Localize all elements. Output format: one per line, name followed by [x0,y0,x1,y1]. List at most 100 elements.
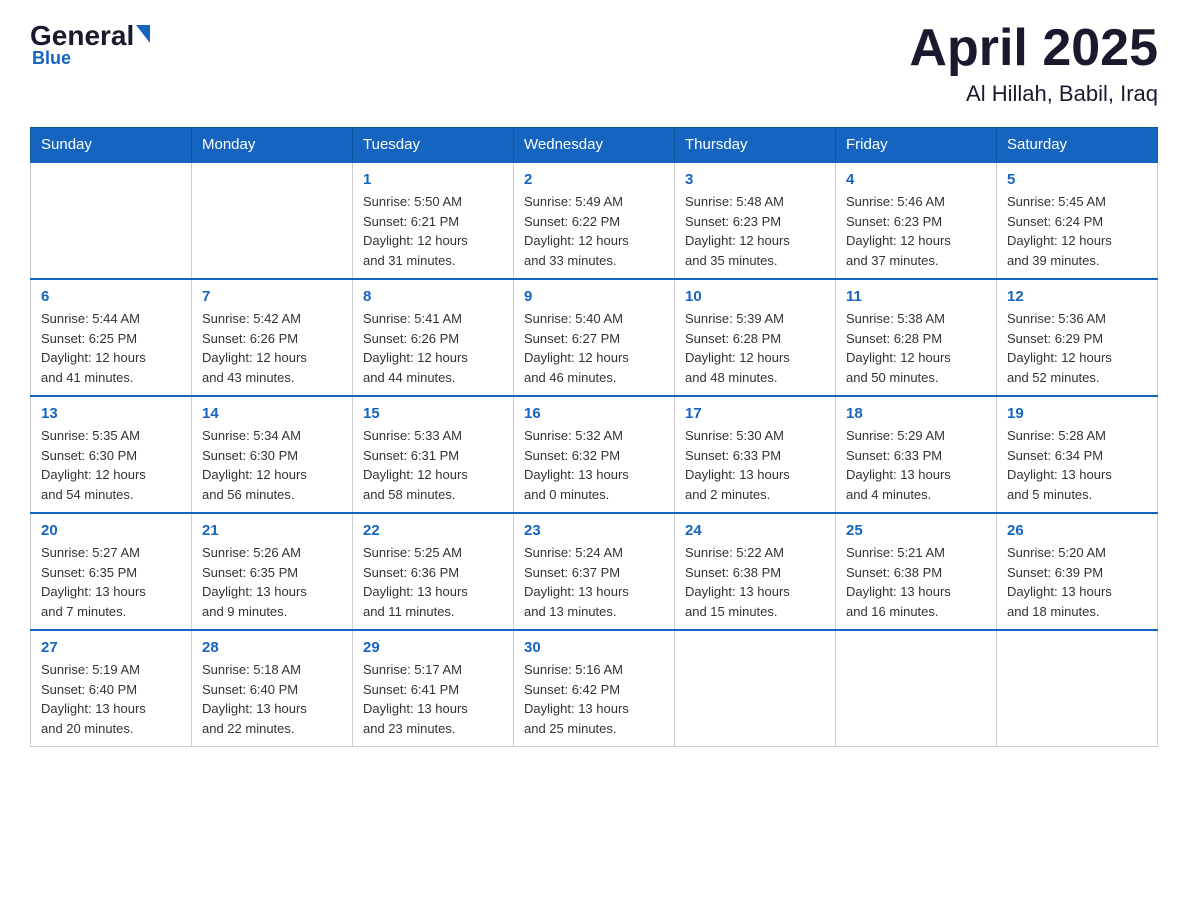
calendar-cell: 24 Sunrise: 5:22 AM Sunset: 6:38 PM Dayli… [675,513,836,630]
column-header-monday: Monday [192,128,353,163]
column-header-tuesday: Tuesday [353,128,514,163]
day-number: 29 [363,639,503,656]
day-info: Sunrise: 5:27 AM Sunset: 6:35 PM Dayligh… [41,543,181,621]
day-number: 13 [41,405,181,422]
calendar-cell: 1 Sunrise: 5:50 AM Sunset: 6:21 PM Daylig… [353,162,514,279]
calendar-cell: 19 Sunrise: 5:28 AM Sunset: 6:34 PM Dayli… [997,396,1158,513]
day-info: Sunrise: 5:45 AM Sunset: 6:24 PM Dayligh… [1007,192,1147,270]
day-info: Sunrise: 5:49 AM Sunset: 6:22 PM Dayligh… [524,192,664,270]
day-info: Sunrise: 5:20 AM Sunset: 6:39 PM Dayligh… [1007,543,1147,621]
day-number: 17 [685,405,825,422]
day-info: Sunrise: 5:30 AM Sunset: 6:33 PM Dayligh… [685,426,825,504]
calendar-cell: 29 Sunrise: 5:17 AM Sunset: 6:41 PM Dayli… [353,630,514,747]
calendar-cell [997,630,1158,747]
column-header-thursday: Thursday [675,128,836,163]
column-header-sunday: Sunday [31,128,192,163]
column-header-friday: Friday [836,128,997,163]
day-number: 26 [1007,522,1147,539]
location-title: Al Hillah, Babil, Iraq [909,81,1158,107]
calendar-cell: 7 Sunrise: 5:42 AM Sunset: 6:26 PM Daylig… [192,279,353,396]
day-info: Sunrise: 5:44 AM Sunset: 6:25 PM Dayligh… [41,309,181,387]
calendar-cell: 6 Sunrise: 5:44 AM Sunset: 6:25 PM Daylig… [31,279,192,396]
calendar-cell: 23Sunrise: 5:24 AM Sunset: 6:37 PM Dayli… [514,513,675,630]
day-number: 5 [1007,171,1147,188]
calendar-cell: 18 Sunrise: 5:29 AM Sunset: 6:33 PM Dayli… [836,396,997,513]
calendar-cell: 9 Sunrise: 5:40 AM Sunset: 6:27 PM Daylig… [514,279,675,396]
day-info: Sunrise: 5:28 AM Sunset: 6:34 PM Dayligh… [1007,426,1147,504]
day-number: 3 [685,171,825,188]
calendar-cell: 28 Sunrise: 5:18 AM Sunset: 6:40 PM Dayli… [192,630,353,747]
calendar-cell: 20 Sunrise: 5:27 AM Sunset: 6:35 PM Dayli… [31,513,192,630]
day-number: 9 [524,288,664,305]
day-number: 1 [363,171,503,188]
day-info: Sunrise: 5:16 AM Sunset: 6:42 PM Dayligh… [524,660,664,738]
day-number: 12 [1007,288,1147,305]
day-number: 7 [202,288,342,305]
day-info: Sunrise: 5:19 AM Sunset: 6:40 PM Dayligh… [41,660,181,738]
calendar-table: SundayMondayTuesdayWednesdayThursdayFrid… [30,127,1158,747]
day-number: 19 [1007,405,1147,422]
calendar-cell: 22 Sunrise: 5:25 AM Sunset: 6:36 PM Dayli… [353,513,514,630]
page-header: General Blue April 2025 Al Hillah, Babil… [30,20,1158,107]
week-row-1: 1 Sunrise: 5:50 AM Sunset: 6:21 PM Daylig… [31,162,1158,279]
calendar-cell: 12Sunrise: 5:36 AM Sunset: 6:29 PM Dayli… [997,279,1158,396]
calendar-cell: 16 Sunrise: 5:32 AM Sunset: 6:32 PM Dayli… [514,396,675,513]
day-number: 14 [202,405,342,422]
day-number: 6 [41,288,181,305]
calendar-cell: 2 Sunrise: 5:49 AM Sunset: 6:22 PM Daylig… [514,162,675,279]
day-info: Sunrise: 5:42 AM Sunset: 6:26 PM Dayligh… [202,309,342,387]
calendar-cell [675,630,836,747]
day-number: 2 [524,171,664,188]
day-info: Sunrise: 5:48 AM Sunset: 6:23 PM Dayligh… [685,192,825,270]
day-info: Sunrise: 5:46 AM Sunset: 6:23 PM Dayligh… [846,192,986,270]
calendar-cell: 25Sunrise: 5:21 AM Sunset: 6:38 PM Dayli… [836,513,997,630]
calendar-cell: 26 Sunrise: 5:20 AM Sunset: 6:39 PM Dayli… [997,513,1158,630]
day-info: Sunrise: 5:22 AM Sunset: 6:38 PM Dayligh… [685,543,825,621]
day-number: 25 [846,522,986,539]
day-number: 18 [846,405,986,422]
calendar-cell: 27 Sunrise: 5:19 AM Sunset: 6:40 PM Dayli… [31,630,192,747]
day-info: Sunrise: 5:39 AM Sunset: 6:28 PM Dayligh… [685,309,825,387]
calendar-cell: 30Sunrise: 5:16 AM Sunset: 6:42 PM Dayli… [514,630,675,747]
calendar-cell: 14 Sunrise: 5:34 AM Sunset: 6:30 PM Dayli… [192,396,353,513]
day-info: Sunrise: 5:25 AM Sunset: 6:36 PM Dayligh… [363,543,503,621]
month-title: April 2025 [909,20,1158,77]
day-info: Sunrise: 5:18 AM Sunset: 6:40 PM Dayligh… [202,660,342,738]
day-info: Sunrise: 5:17 AM Sunset: 6:41 PM Dayligh… [363,660,503,738]
calendar-cell: 10 Sunrise: 5:39 AM Sunset: 6:28 PM Dayli… [675,279,836,396]
day-number: 20 [41,522,181,539]
day-number: 22 [363,522,503,539]
day-number: 24 [685,522,825,539]
logo: General Blue [30,20,150,69]
calendar-cell: 21Sunrise: 5:26 AM Sunset: 6:35 PM Dayli… [192,513,353,630]
calendar-cell: 17 Sunrise: 5:30 AM Sunset: 6:33 PM Dayli… [675,396,836,513]
calendar-header-row: SundayMondayTuesdayWednesdayThursdayFrid… [31,128,1158,163]
week-row-3: 13 Sunrise: 5:35 AM Sunset: 6:30 PM Dayli… [31,396,1158,513]
calendar-cell [192,162,353,279]
day-info: Sunrise: 5:35 AM Sunset: 6:30 PM Dayligh… [41,426,181,504]
day-number: 23 [524,522,664,539]
calendar-cell: 11 Sunrise: 5:38 AM Sunset: 6:28 PM Dayli… [836,279,997,396]
day-number: 15 [363,405,503,422]
day-info: Sunrise: 5:38 AM Sunset: 6:28 PM Dayligh… [846,309,986,387]
day-info: Sunrise: 5:26 AM Sunset: 6:35 PM Dayligh… [202,543,342,621]
day-number: 28 [202,639,342,656]
day-number: 10 [685,288,825,305]
day-number: 16 [524,405,664,422]
day-info: Sunrise: 5:32 AM Sunset: 6:32 PM Dayligh… [524,426,664,504]
calendar-cell: 4 Sunrise: 5:46 AM Sunset: 6:23 PM Daylig… [836,162,997,279]
column-header-wednesday: Wednesday [514,128,675,163]
day-info: Sunrise: 5:34 AM Sunset: 6:30 PM Dayligh… [202,426,342,504]
calendar-cell: 3 Sunrise: 5:48 AM Sunset: 6:23 PM Daylig… [675,162,836,279]
day-info: Sunrise: 5:40 AM Sunset: 6:27 PM Dayligh… [524,309,664,387]
logo-triangle-icon [136,25,150,43]
calendar-cell [31,162,192,279]
week-row-5: 27 Sunrise: 5:19 AM Sunset: 6:40 PM Dayli… [31,630,1158,747]
day-number: 27 [41,639,181,656]
calendar-cell: 13 Sunrise: 5:35 AM Sunset: 6:30 PM Dayli… [31,396,192,513]
day-info: Sunrise: 5:41 AM Sunset: 6:26 PM Dayligh… [363,309,503,387]
day-number: 4 [846,171,986,188]
day-number: 11 [846,288,986,305]
day-info: Sunrise: 5:50 AM Sunset: 6:21 PM Dayligh… [363,192,503,270]
day-info: Sunrise: 5:29 AM Sunset: 6:33 PM Dayligh… [846,426,986,504]
